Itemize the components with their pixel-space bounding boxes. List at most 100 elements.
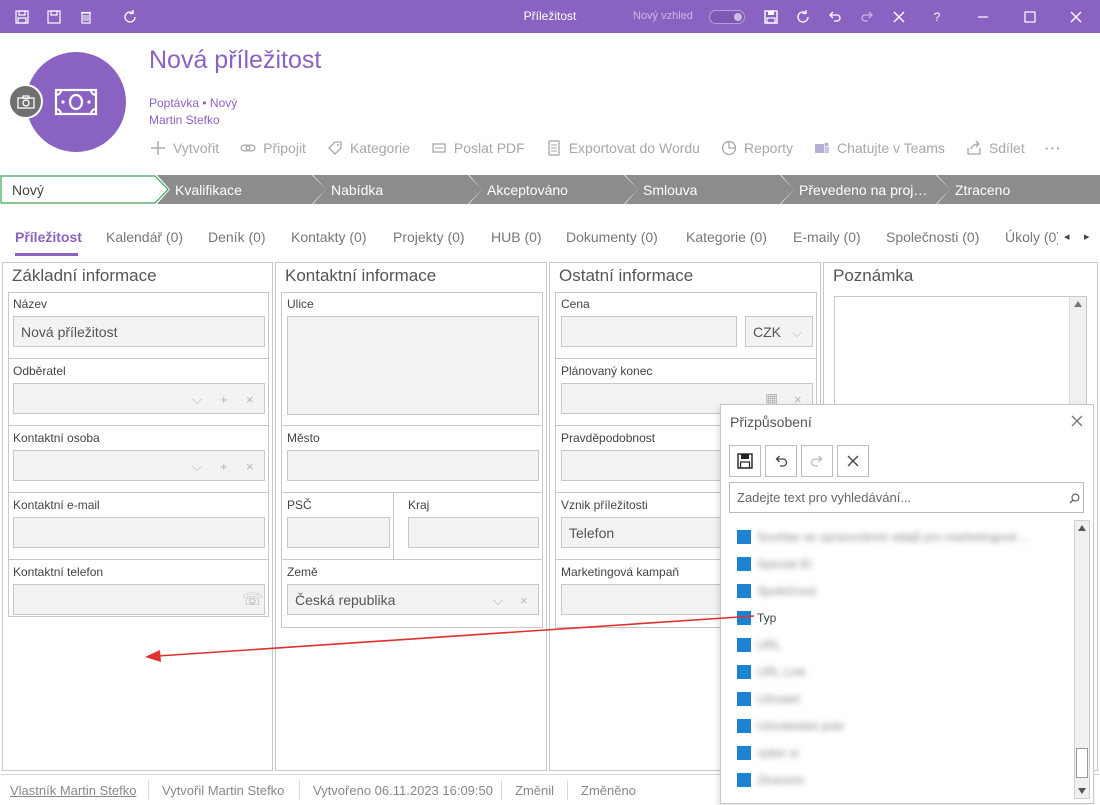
list-item[interactable]: Typ <box>737 609 776 627</box>
stage-converted-to-project[interactable]: Převedeno na proj… <box>781 175 951 204</box>
search-icon <box>1069 493 1080 504</box>
close-record-icon[interactable] <box>889 7 909 27</box>
country-select[interactable]: Česká republika ⌵ × <box>287 584 539 615</box>
add-icon[interactable]: + <box>220 459 228 474</box>
contact-phone-input[interactable]: ☏ <box>13 584 265 615</box>
phone-icon[interactable]: ☏ <box>242 590 263 610</box>
changed-by: Změnil <box>515 783 555 798</box>
save-icon[interactable] <box>12 7 32 27</box>
save-icon[interactable] <box>761 7 781 27</box>
plus-icon <box>149 139 167 157</box>
category-button[interactable]: Kategorie <box>326 139 410 157</box>
list-item[interactable]: Special ID <box>737 555 812 573</box>
delete-icon[interactable] <box>76 7 96 27</box>
list-item[interactable]: Ztraceno <box>737 771 804 789</box>
list-item[interactable]: Uživatel <box>737 690 800 708</box>
stage-accepted[interactable]: Akceptováno <box>469 175 639 204</box>
stage-contract[interactable]: Smlouva <box>625 175 795 204</box>
share-button[interactable]: Sdílet <box>965 139 1025 157</box>
attach-button[interactable]: Připojit <box>239 139 306 157</box>
scrollbar-thumb[interactable] <box>1076 748 1088 778</box>
contact-email-input[interactable] <box>13 517 265 548</box>
list-item[interactable]: Uživatelské pole <box>737 717 844 735</box>
panel-cancel-button[interactable] <box>837 445 869 477</box>
chevron-down-icon[interactable]: ⌵ <box>192 392 202 408</box>
refresh-icon[interactable] <box>793 7 813 27</box>
more-button[interactable]: ··· <box>1045 140 1062 156</box>
name-input[interactable]: Nová příležitost <box>13 316 265 347</box>
create-button[interactable]: Vytvořit <box>149 139 219 157</box>
scroll-up-icon[interactable] <box>1074 301 1082 307</box>
tab-tasks[interactable]: Úkoly (0) <box>1005 229 1058 245</box>
street-input[interactable] <box>287 316 539 415</box>
clear-icon[interactable]: × <box>246 392 254 407</box>
help-icon[interactable]: ? <box>927 7 947 27</box>
scroll-down-icon[interactable] <box>1078 788 1086 794</box>
chevron-down-icon[interactable]: ⌵ <box>792 325 802 341</box>
tab-journal[interactable]: Deník (0) <box>208 229 266 245</box>
refresh-icon[interactable] <box>120 7 140 27</box>
chevron-down-icon[interactable]: ⌵ <box>192 459 202 475</box>
send-pdf-button[interactable]: Poslat PDF <box>430 139 525 157</box>
change-photo-button[interactable] <box>8 84 43 119</box>
region-input[interactable] <box>408 517 539 548</box>
contact-person-lookup[interactable]: ⌵ + × <box>13 450 265 481</box>
field-list-scrollbar[interactable] <box>1074 520 1090 799</box>
list-item[interactable]: URL Link <box>737 663 806 681</box>
tab-opportunity[interactable]: Příležitost <box>15 229 82 245</box>
list-item[interactable]: Souhlas se zpracováním údajů pro marketi… <box>737 528 1030 546</box>
tab-scroll-right-icon[interactable]: ▸ <box>1084 230 1090 243</box>
close-icon[interactable] <box>1069 413 1085 429</box>
panel-redo-button[interactable] <box>801 445 833 477</box>
stage-new[interactable]: Nový <box>0 175 170 204</box>
tab-scroll-left-icon[interactable]: ◂ <box>1064 230 1070 243</box>
section-title: Ostatní informace <box>559 266 694 285</box>
minimize-icon[interactable] <box>973 7 993 27</box>
name-label: Název <box>13 297 48 311</box>
price-input[interactable] <box>561 316 737 347</box>
field-type-icon <box>737 719 751 733</box>
tab-contacts[interactable]: Kontakty (0) <box>291 229 366 245</box>
list-item[interactable]: URL <box>737 636 781 654</box>
scroll-up-icon[interactable] <box>1078 525 1086 531</box>
stage-lost[interactable]: Ztraceno <box>937 175 1100 204</box>
maximize-icon[interactable] <box>1020 7 1040 27</box>
close-window-icon[interactable] <box>1066 7 1086 27</box>
tab-emails[interactable]: E-maily (0) <box>793 229 861 245</box>
zip-input[interactable] <box>287 517 390 548</box>
new-view-toggle[interactable] <box>709 10 745 24</box>
changed-at: Změněno <box>581 783 636 798</box>
stage-qualification[interactable]: Kvalifikace <box>157 175 327 204</box>
field-type-icon <box>737 692 751 706</box>
save-close-icon[interactable] <box>44 7 64 27</box>
tab-projects[interactable]: Projekty (0) <box>393 229 465 245</box>
add-icon[interactable]: + <box>220 392 228 407</box>
tab-hub[interactable]: HUB (0) <box>491 229 542 245</box>
currency-select[interactable]: CZK ⌵ <box>745 316 813 347</box>
tab-categories[interactable]: Kategorie (0) <box>686 229 767 245</box>
share-icon <box>965 139 983 157</box>
clear-icon[interactable]: × <box>246 459 254 474</box>
clear-icon[interactable]: × <box>520 593 528 608</box>
list-item[interactable]: vyber si <box>737 744 798 762</box>
chevron-down-icon[interactable]: ⌵ <box>493 593 503 609</box>
tab-documents[interactable]: Dokumenty (0) <box>566 229 658 245</box>
field-type-icon <box>737 584 751 598</box>
list-item[interactable]: Společnost <box>737 582 816 600</box>
redo-icon[interactable] <box>857 7 877 27</box>
field-search-input[interactable]: Zadejte text pro vyhledávání... <box>729 482 1084 513</box>
panel-undo-button[interactable] <box>765 445 797 477</box>
tab-calendar[interactable]: Kalendář (0) <box>106 229 183 245</box>
stage-offer[interactable]: Nabídka <box>313 175 483 204</box>
undo-icon[interactable] <box>825 7 845 27</box>
export-word-button[interactable]: Exportovat do Wordu <box>545 139 700 157</box>
teams-chat-button[interactable]: Chatujte v Teams <box>813 139 945 157</box>
owner-link[interactable]: Vlastník Martin Stefko <box>10 783 136 798</box>
reports-button[interactable]: Reporty <box>720 139 793 157</box>
city-input[interactable] <box>287 450 539 481</box>
close-icon <box>847 455 859 467</box>
tab-companies[interactable]: Společnosti (0) <box>886 229 979 245</box>
panel-save-button[interactable] <box>729 445 761 477</box>
customer-lookup[interactable]: ⌵ + × <box>13 383 265 414</box>
camera-icon <box>16 94 35 109</box>
